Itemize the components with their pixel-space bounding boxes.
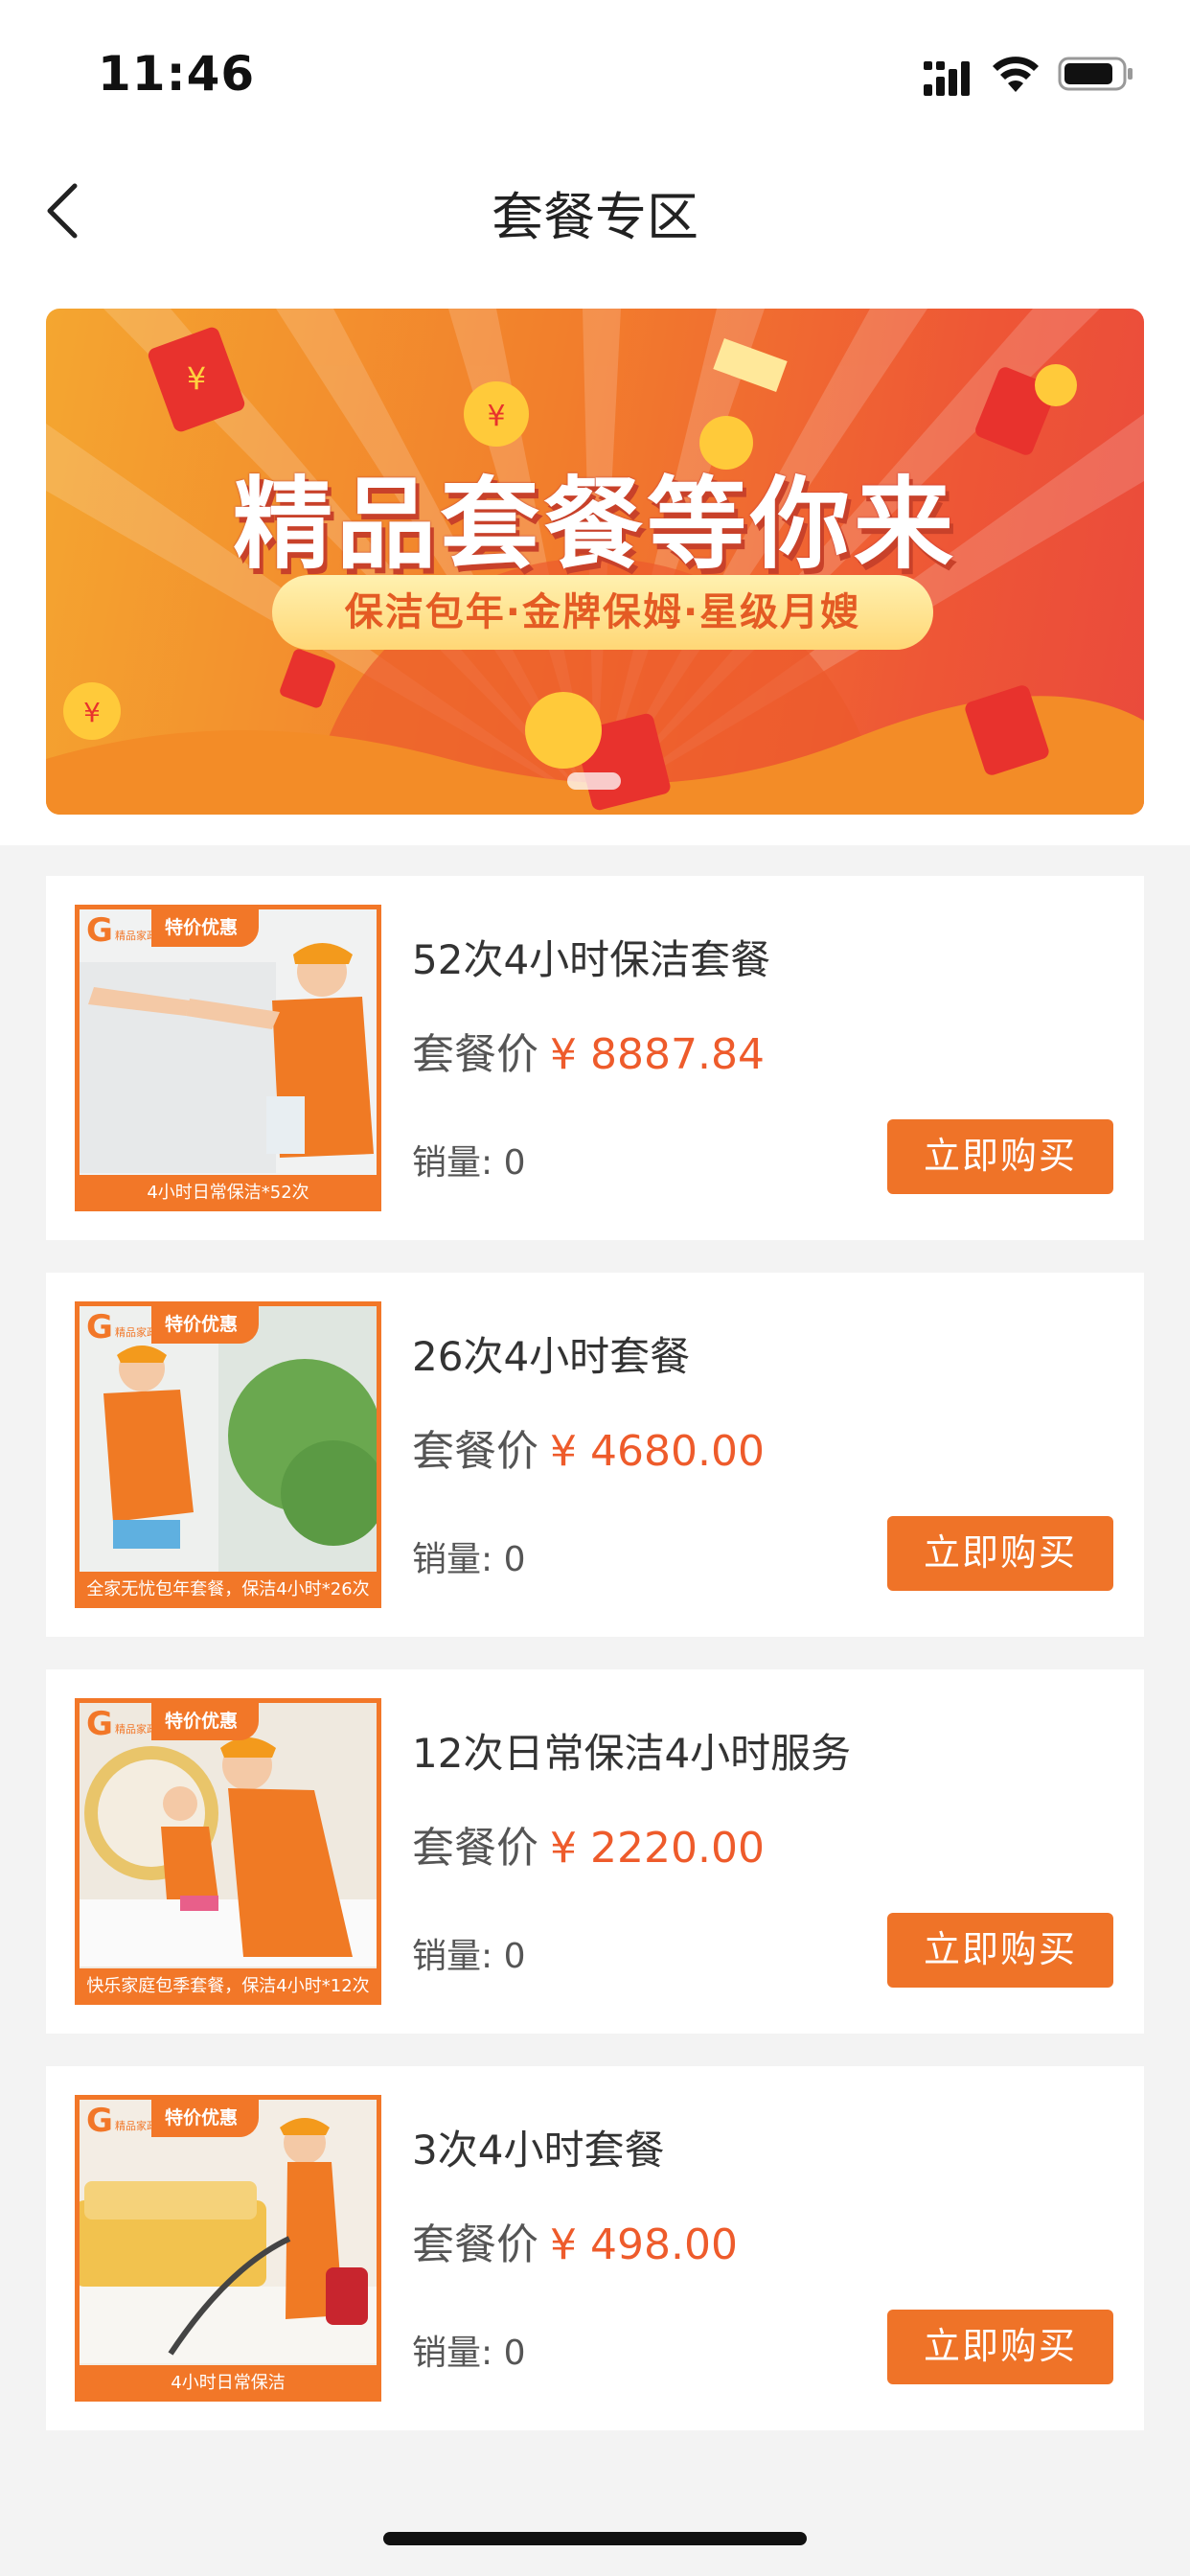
buy-now-button[interactable]: 立即购买	[887, 1516, 1113, 1591]
svg-text:G: G	[86, 1308, 113, 1344]
package-thumbnail: G 精品家政 特价优惠 4小时日常保洁*52次	[75, 905, 381, 1211]
svg-text:¥: ¥	[83, 697, 101, 728]
package-sales: 销量: 0	[412, 1540, 526, 1579]
svg-text:¥: ¥	[487, 400, 505, 433]
thumbnail-caption: 全家无忧包年套餐，保洁4小时*26次	[75, 1572, 381, 1608]
thumbnail-caption: 4小时日常保洁	[75, 2365, 381, 2402]
package-thumbnail: G 精品家政 特价优惠 全家无忧包年套餐，保洁4小时*26次	[75, 1301, 381, 1608]
price-label: 套餐价	[412, 2220, 538, 2269]
package-sales: 销量: 0	[412, 1937, 526, 1976]
status-time: 11:46	[98, 46, 256, 102]
navigation-bar: 套餐专区	[0, 144, 1190, 278]
package-sales: 销量: 0	[412, 1143, 526, 1183]
discount-tag: 特价优惠	[151, 2099, 260, 2137]
thumbnail-caption: 4小时日常保洁*52次	[75, 1175, 381, 1211]
wifi-icon	[993, 57, 1039, 92]
package-title: 26次4小时套餐	[412, 1333, 691, 1380]
discount-tag: 特价优惠	[151, 1305, 260, 1344]
battery-icon	[1058, 57, 1133, 91]
banner-headline: 精品套餐等你来	[232, 466, 957, 583]
svg-text:G: G	[86, 911, 113, 947]
price-label: 套餐价	[412, 1030, 538, 1079]
package-card[interactable]: G 精品家政 特价优惠 4小时日常保洁*52次 52次4小时保洁套餐 套餐价 ¥ …	[46, 876, 1144, 1240]
buy-now-button[interactable]: 立即购买	[887, 1119, 1113, 1194]
header-area: 11:46 套餐专区 ¥ ¥ ¥ 精品套餐等你来 保洁包年·金牌保姆·星级月嫂	[0, 0, 1190, 845]
package-price-row: 套餐价 ¥ 2220.00	[412, 1813, 765, 1874]
package-title: 12次日常保洁4小时服务	[412, 1730, 852, 1777]
carousel-indicator	[567, 772, 621, 790]
package-title: 3次4小时套餐	[412, 2127, 665, 2174]
page-title: 套餐专区	[492, 187, 698, 247]
price-label: 套餐价	[412, 1824, 538, 1873]
promo-banner[interactable]: ¥ ¥ ¥ 精品套餐等你来 保洁包年·金牌保姆·星级月嫂	[46, 309, 1144, 815]
discount-tag: 特价优惠	[151, 1702, 260, 1740]
package-price-row: 套餐价 ¥ 4680.00	[412, 1416, 765, 1478]
home-indicator[interactable]	[383, 2532, 807, 2545]
svg-text:¥: ¥	[187, 360, 206, 397]
package-price: ¥ 8887.84	[550, 1030, 765, 1079]
package-card[interactable]: G 精品家政 特价优惠 快乐家庭包季套餐，保洁4小时*12次 12次日常保洁4小…	[46, 1669, 1144, 2034]
package-thumbnail: G 精品家政 特价优惠 4小时日常保洁	[75, 2095, 381, 2402]
package-price: ¥ 4680.00	[550, 1427, 765, 1476]
svg-text:G: G	[86, 1705, 113, 1740]
status-bar: 11:46	[0, 0, 1190, 144]
discount-tag: 特价优惠	[151, 908, 260, 947]
package-sales: 销量: 0	[412, 2334, 526, 2373]
package-title: 52次4小时保洁套餐	[412, 936, 771, 983]
package-card[interactable]: G 精品家政 特价优惠 全家无忧包年套餐，保洁4小时*26次 26次4小时套餐 …	[46, 1273, 1144, 1637]
price-label: 套餐价	[412, 1427, 538, 1476]
svg-text:G: G	[86, 2102, 113, 2137]
package-price: ¥ 498.00	[550, 2220, 738, 2269]
thumbnail-caption: 快乐家庭包季套餐，保洁4小时*12次	[75, 1968, 381, 2005]
package-price-row: 套餐价 ¥ 8887.84	[412, 1020, 765, 1081]
package-price-row: 套餐价 ¥ 498.00	[412, 2210, 738, 2271]
cellular-signal-icon	[924, 61, 970, 96]
buy-now-button[interactable]: 立即购买	[887, 1913, 1113, 1988]
package-price: ¥ 2220.00	[550, 1824, 765, 1873]
package-thumbnail: G 精品家政 特价优惠 快乐家庭包季套餐，保洁4小时*12次	[75, 1698, 381, 2005]
buy-now-button[interactable]: 立即购买	[887, 2310, 1113, 2384]
package-card[interactable]: G 精品家政 特价优惠 4小时日常保洁 3次4小时套餐 套餐价 ¥ 498.00 …	[46, 2066, 1144, 2430]
banner-subline: 保洁包年·金牌保姆·星级月嫂	[272, 575, 933, 650]
